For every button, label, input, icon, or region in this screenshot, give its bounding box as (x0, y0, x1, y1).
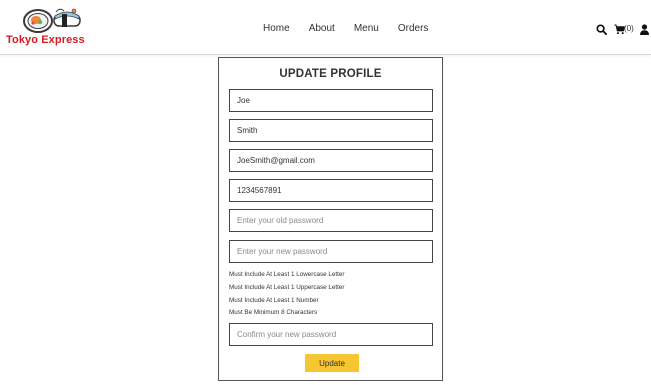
search-icon[interactable] (596, 23, 607, 35)
sushi-logo-icon (23, 8, 81, 33)
password-rule: Must Include At Least 1 Uppercase Letter (229, 283, 345, 291)
nav-home[interactable]: Home (263, 22, 290, 36)
email-input[interactable] (229, 149, 433, 172)
update-button[interactable]: Update (305, 354, 359, 372)
cart-button[interactable]: (0) (614, 23, 634, 35)
phone-input[interactable] (229, 179, 433, 202)
old-password-input[interactable] (229, 209, 433, 232)
site-header: Tokyo Express Home About Menu Orders (0) (0, 0, 651, 55)
password-rule: Must Be Minimum 8 Characters (229, 309, 318, 317)
brand-name: Tokyo Express (6, 34, 85, 46)
user-icon[interactable] (639, 23, 649, 35)
nav-menu[interactable]: Menu (354, 22, 379, 36)
new-password-input[interactable] (229, 240, 433, 263)
password-rule: Must Include At Least 1 Lowercase Letter (229, 271, 345, 278)
page: Tokyo Express Home About Menu Orders (0)… (0, 0, 651, 385)
last-name-input[interactable] (229, 119, 433, 142)
first-name-input[interactable] (229, 89, 433, 112)
form-title: UPDATE PROFILE (279, 68, 382, 80)
update-profile-form: UPDATE PROFILE Must Include At Least 1 L… (218, 57, 443, 381)
header-actions: (0) (596, 21, 649, 37)
confirm-password-input[interactable] (229, 323, 433, 346)
nav-about[interactable]: About (309, 22, 335, 36)
cart-count: (0) (624, 24, 634, 33)
main-nav: Home About Menu Orders (263, 22, 428, 36)
nav-orders[interactable]: Orders (398, 22, 429, 36)
password-rule: Must Include At Least 1 Number (229, 296, 319, 304)
password-rules: Must Include At Least 1 Lowercase Letter… (229, 269, 433, 320)
brand-logo[interactable]: Tokyo Express (6, 6, 98, 48)
